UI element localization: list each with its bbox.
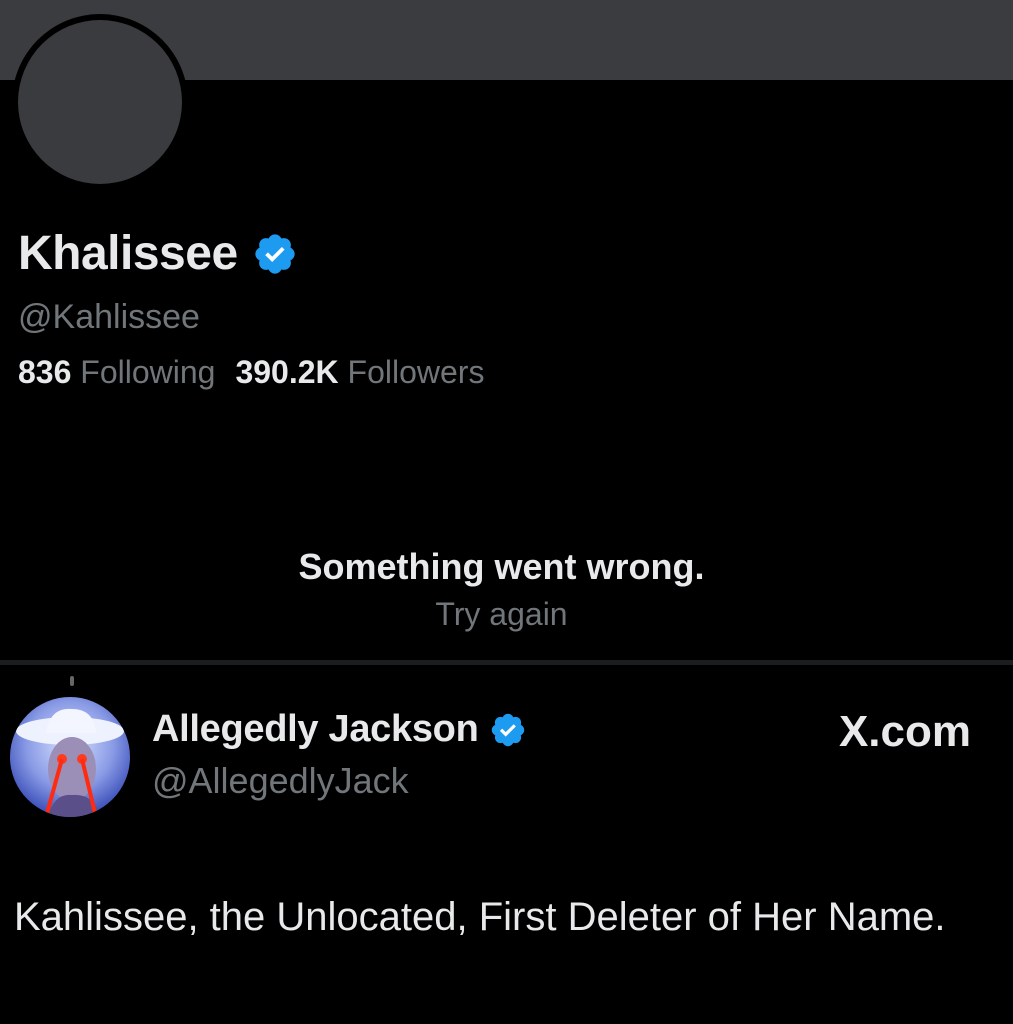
tweet-author-avatar[interactable] — [10, 697, 130, 817]
tweet-author-handle[interactable]: @AllegedlyJack — [152, 760, 409, 802]
x-logo-label: X.com — [838, 707, 971, 756]
section-divider — [0, 660, 1013, 665]
thread-connector — [70, 676, 74, 686]
followers-link[interactable]: 390.2K Followers — [235, 354, 484, 390]
profile-display-name: Khalissee — [18, 227, 238, 280]
profile-display-name-row: Khalissee — [18, 226, 298, 281]
try-again-button[interactable]: Try again — [0, 596, 1003, 633]
avatar-placeholder — [18, 20, 182, 184]
verified-badge-icon — [254, 233, 295, 274]
profile-handle: @Kahlissee — [18, 298, 200, 336]
following-label: Following — [80, 354, 216, 390]
tweet-text: Kahlissee, the Unlocated, First Deleter … — [14, 895, 946, 939]
cowboy-avatar-image — [10, 697, 130, 817]
profile-stats: 836 Following 390.2K Followers — [18, 354, 484, 391]
verified-badge-icon — [491, 713, 524, 746]
error-message: Something went wrong. — [298, 546, 705, 587]
tweet-author-name-row[interactable]: Allegedly Jackson — [152, 708, 527, 751]
followers-count: 390.2K — [235, 354, 339, 390]
following-link[interactable]: 836 Following — [18, 354, 215, 390]
followers-label: Followers — [347, 354, 485, 390]
following-count: 836 — [18, 354, 72, 390]
profile-avatar[interactable] — [12, 14, 188, 190]
tweet-author-name: Allegedly Jackson — [152, 708, 479, 750]
